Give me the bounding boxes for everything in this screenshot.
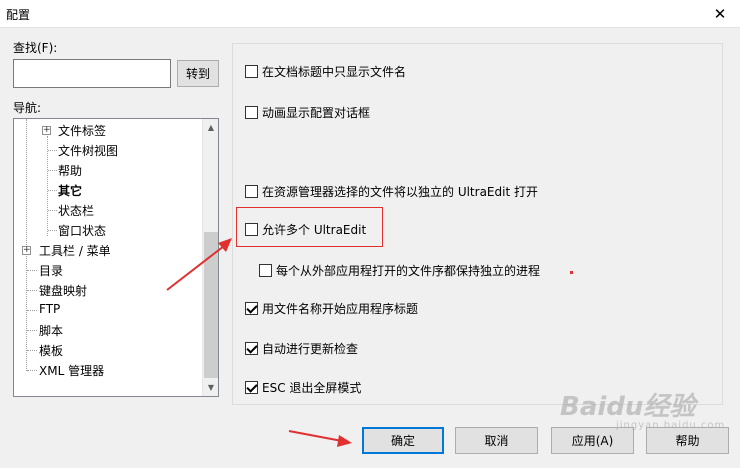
watermark-text: Baidu经验 [560, 392, 696, 422]
ok-button[interactable]: 确定 [362, 427, 444, 454]
cancel-button[interactable]: 取消 [455, 427, 538, 454]
apply-button[interactable]: 应用(A) [551, 427, 634, 454]
annotation-arrow-head [337, 435, 352, 447]
help-button[interactable]: 帮助 [646, 427, 729, 454]
watermark-logo: Baidu经验 jingyan.baidu.com [560, 386, 724, 431]
annotation-arrow-line [288, 430, 343, 442]
watermark-sub: jingyan.baidu.com [616, 420, 726, 431]
annotation-arrow-line [166, 245, 225, 291]
